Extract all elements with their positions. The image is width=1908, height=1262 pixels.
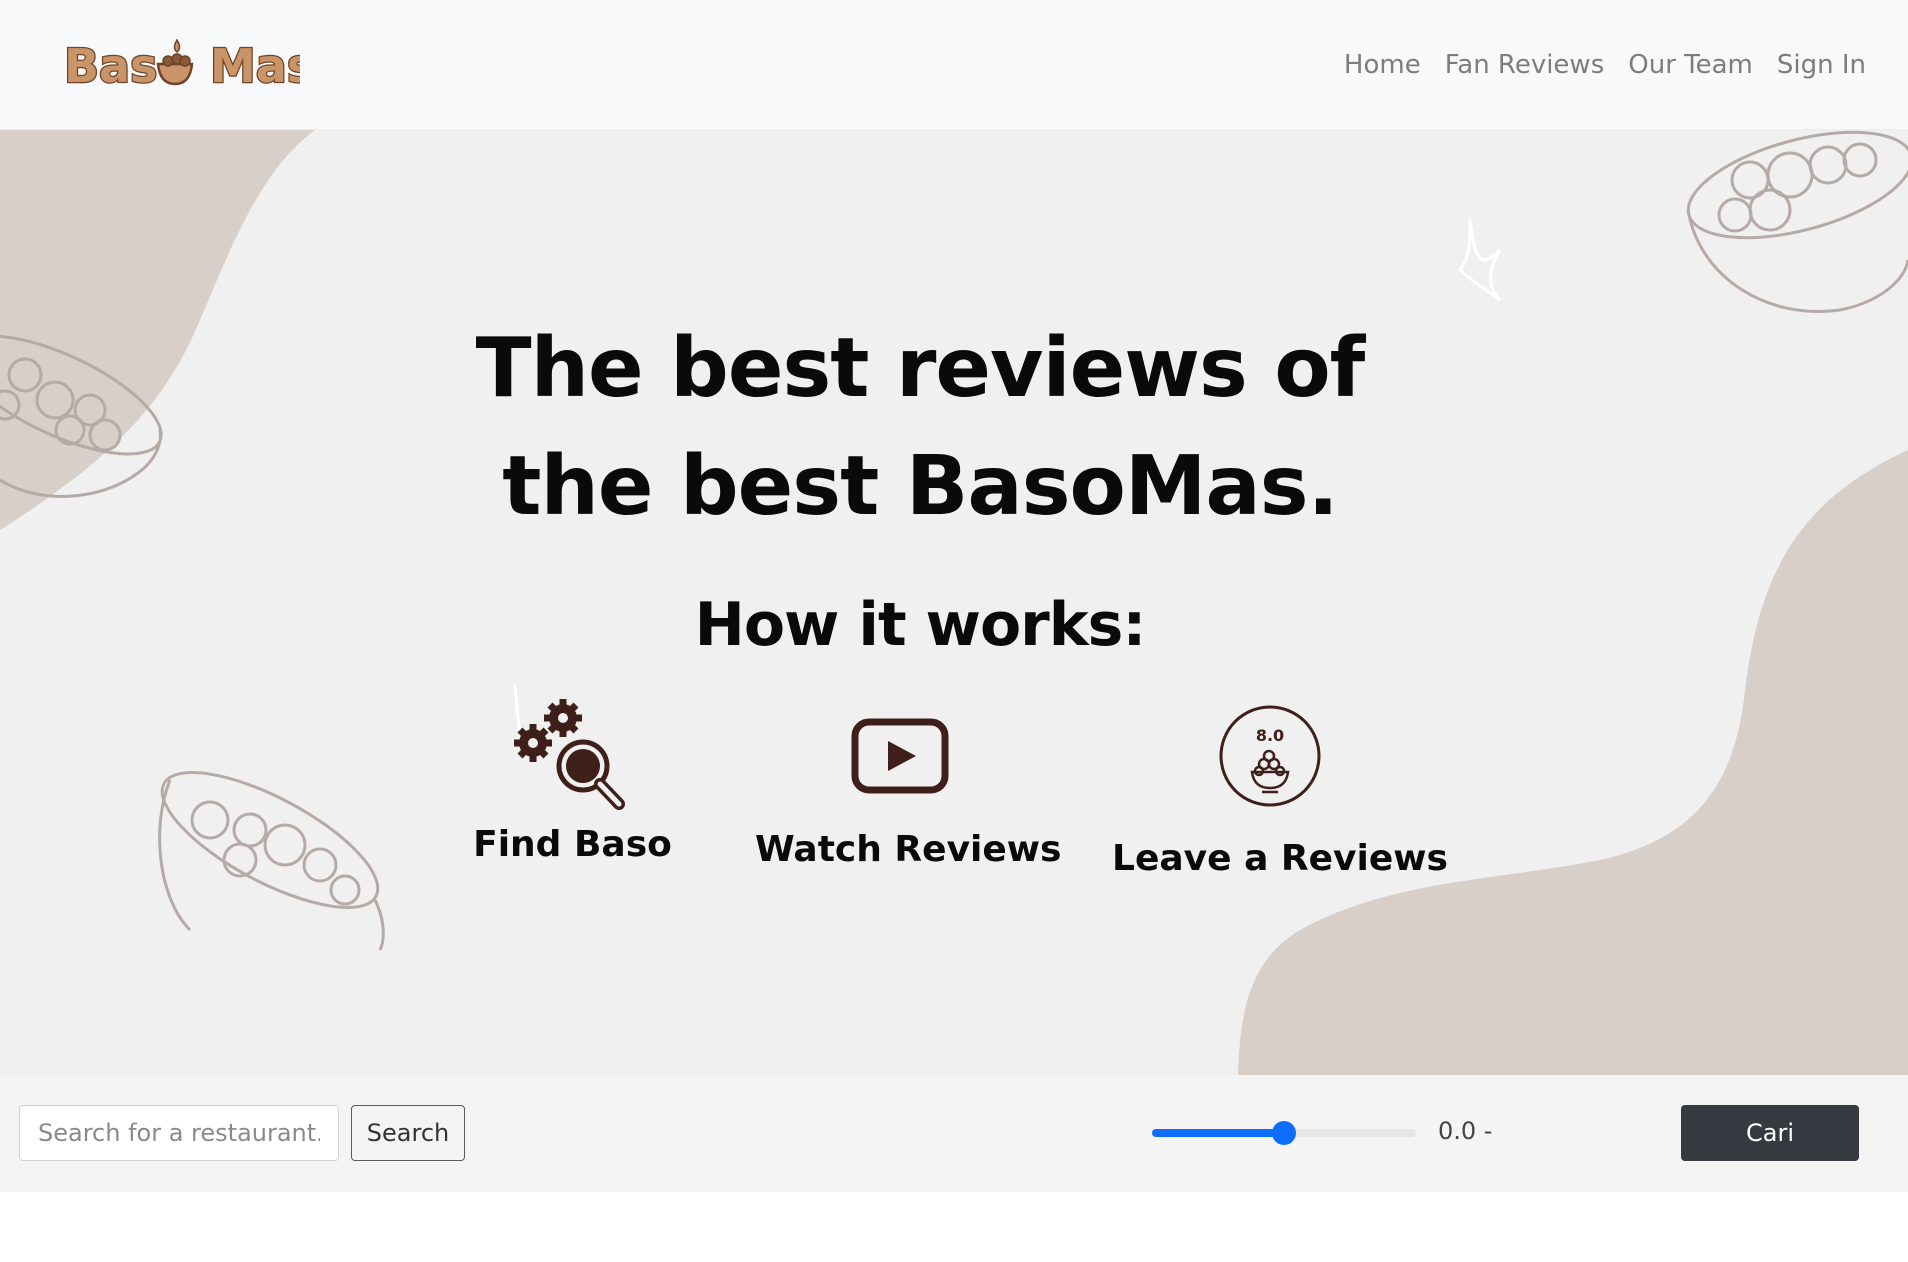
play-video-icon	[851, 718, 949, 794]
nav-sign-in[interactable]: Sign In	[1765, 50, 1878, 80]
gears-magnifier-icon	[513, 699, 625, 810]
how-it-works-title: How it works:	[694, 590, 1147, 660]
nav-fan-reviews[interactable]: Fan Reviews	[1433, 50, 1617, 80]
svg-text:Mas: Mas	[210, 39, 300, 93]
sparkle-icon	[1457, 219, 1502, 302]
slider-thumb[interactable]	[1272, 1121, 1296, 1145]
rating-badge: 8.0	[1255, 726, 1283, 745]
rating-slider[interactable]	[1152, 1121, 1416, 1145]
rating-bowl-icon: 8.0	[1219, 705, 1320, 807]
search-input[interactable]	[19, 1105, 339, 1161]
step-watch-reviews: Watch Reviews	[755, 717, 1062, 870]
step-label-watch-reviews: Watch Reviews	[755, 829, 1062, 870]
hero-title: The best reviews of the best BasoMas.	[420, 310, 1420, 546]
hero-section: The best reviews of the best BasoMas. Ho…	[0, 130, 1908, 1075]
step-find-baso: Find Baso	[470, 698, 675, 865]
step-label-leave-review: Leave a Reviews	[1112, 838, 1448, 879]
rating-range-text: 0.0 -	[1438, 1117, 1493, 1145]
basomas-logo-icon: Bas Mas	[63, 38, 300, 95]
search-bar: Search 0.0 - Cari	[0, 1075, 1908, 1192]
svg-text:Bas: Bas	[64, 39, 157, 93]
hero-title-line2: the best BasoMas.	[502, 439, 1338, 534]
cari-button[interactable]: Cari	[1681, 1105, 1859, 1161]
nav-our-team[interactable]: Our Team	[1616, 50, 1765, 80]
brand-logo[interactable]: Bas Mas	[60, 30, 300, 100]
step-label-find-baso: Find Baso	[473, 824, 672, 865]
step-leave-review: 8.0 Leave a Reviews	[1112, 704, 1448, 879]
hero-title-line1: The best reviews of	[475, 321, 1366, 416]
nav-home[interactable]: Home	[1332, 50, 1433, 80]
search-button[interactable]: Search	[351, 1105, 465, 1161]
bowl-sketch-icon	[158, 771, 385, 951]
nav-links: Home Fan Reviews Our Team Sign In	[1332, 0, 1878, 130]
bowl-sketch-icon	[1686, 130, 1908, 313]
navbar: Bas Mas Home Fan Reviews Our Team Sign I…	[0, 0, 1908, 130]
slider-fill	[1152, 1129, 1284, 1137]
